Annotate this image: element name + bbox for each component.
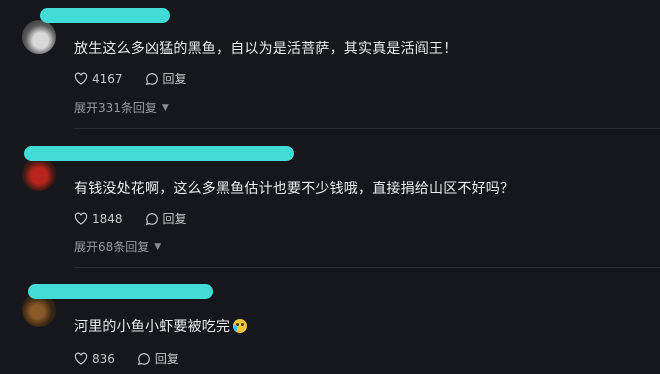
- comment-actions: 4167 回复: [74, 70, 209, 87]
- like-button[interactable]: 1848: [74, 212, 123, 226]
- comment-actions: 836 回复: [74, 350, 201, 367]
- heart-icon: [74, 212, 88, 225]
- avatar[interactable]: [22, 20, 56, 54]
- username-redaction: [24, 146, 294, 161]
- like-button[interactable]: 4167: [74, 72, 123, 86]
- comment-text: 有钱没处花啊，这么多黑鱼估计也要不少钱哦，直接捐给山区不好吗？: [74, 181, 515, 197]
- reply-label: 回复: [162, 212, 187, 226]
- comment-text-content: 河里的小鱼小虾要被吃完: [74, 319, 231, 335]
- divider: [74, 267, 660, 268]
- reply-button[interactable]: 回复: [145, 70, 187, 87]
- like-count: 836: [92, 351, 115, 366]
- expand-replies-button[interactable]: 展开68条回复 ▼: [74, 238, 161, 255]
- reply-label: 回复: [154, 352, 179, 366]
- avatar[interactable]: [22, 157, 56, 191]
- comment-actions: 1848 回复: [74, 210, 209, 227]
- crying-emoji-icon: [233, 319, 248, 333]
- comment-bubble-icon: [145, 212, 158, 225]
- expand-replies-label: 展开68条回复: [74, 240, 150, 254]
- reply-button[interactable]: 回复: [137, 350, 179, 367]
- username-redaction: [40, 8, 170, 23]
- like-count: 1848: [92, 211, 123, 226]
- comment-text: 放生这么多凶猛的黑鱼，自以为是活菩萨，其实真是活阎王！: [74, 41, 458, 57]
- caret-down-icon: ▼: [161, 102, 169, 113]
- comment-bubble-icon: [145, 72, 158, 85]
- caret-down-icon: ▼: [154, 241, 162, 252]
- expand-replies-label: 展开331条回复: [74, 101, 157, 115]
- expand-replies-button[interactable]: 展开331条回复 ▼: [74, 99, 169, 116]
- reply-button[interactable]: 回复: [145, 210, 187, 227]
- heart-icon: [74, 72, 88, 85]
- comment-text: 河里的小鱼小虾要被吃完: [74, 316, 248, 336]
- like-button[interactable]: 836: [74, 352, 115, 366]
- username-redaction: [28, 284, 213, 299]
- divider: [74, 128, 660, 129]
- like-count: 4167: [92, 71, 123, 86]
- reply-label: 回复: [162, 72, 187, 86]
- heart-icon: [74, 352, 88, 365]
- comment-bubble-icon: [137, 352, 150, 365]
